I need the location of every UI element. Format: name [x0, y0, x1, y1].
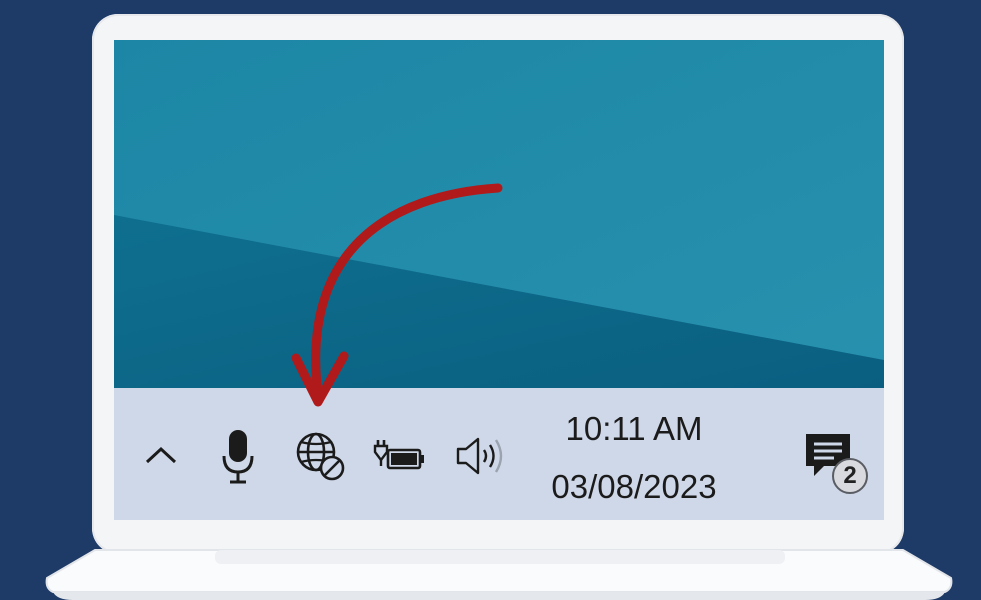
screen: 10:11 AM 03/08/2023 2	[114, 40, 884, 520]
chevron-up-icon[interactable]	[134, 428, 188, 482]
desktop-wallpaper	[114, 40, 884, 388]
taskbar: 10:11 AM 03/08/2023 2	[114, 388, 884, 520]
clock-date[interactable]: 03/08/2023	[529, 468, 739, 506]
battery-charging-icon[interactable]	[370, 432, 430, 480]
laptop-base	[45, 549, 953, 600]
clock-time[interactable]: 10:11 AM	[544, 410, 724, 448]
speaker-icon[interactable]	[450, 428, 510, 484]
microphone-icon[interactable]	[214, 424, 262, 488]
notification-count-badge[interactable]: 2	[832, 458, 868, 494]
globe-no-internet-icon[interactable]	[290, 428, 350, 484]
